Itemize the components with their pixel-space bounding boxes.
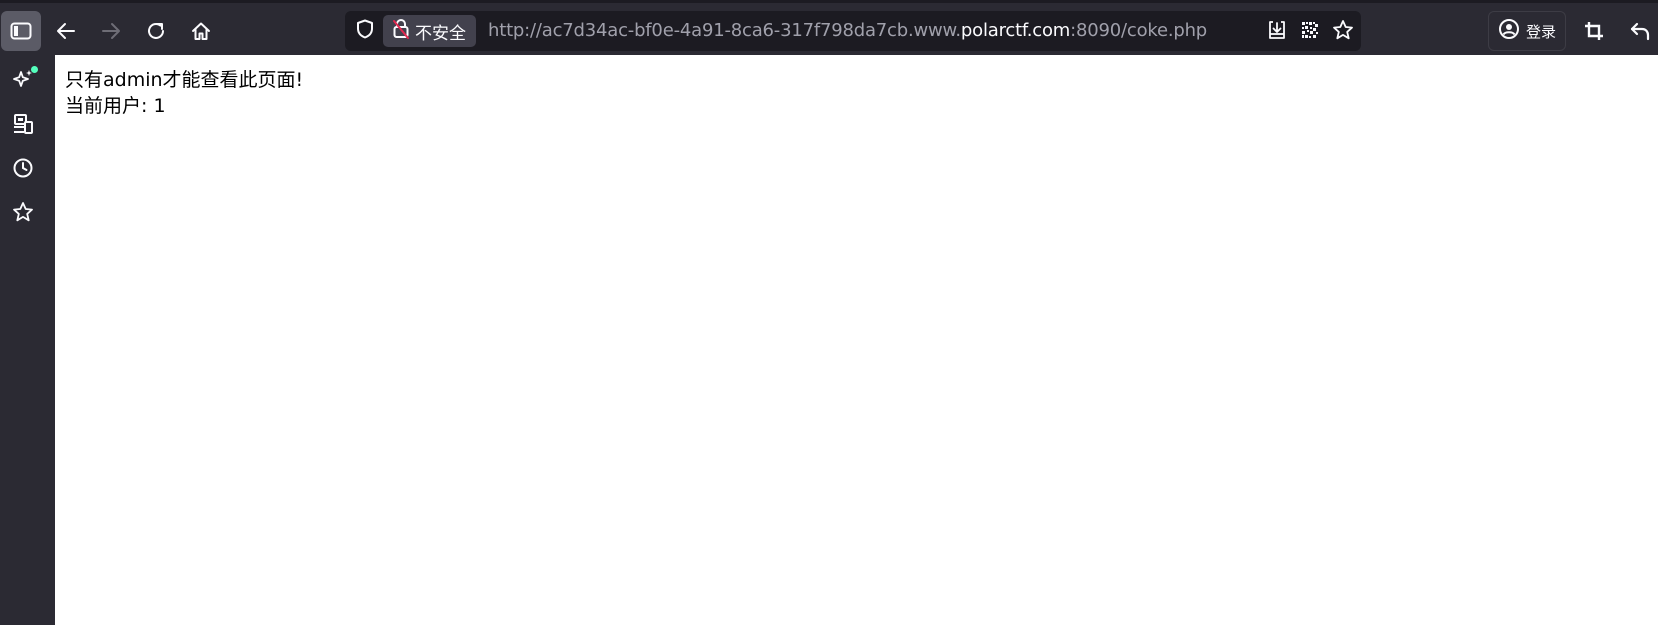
home-icon xyxy=(191,21,211,41)
page-content: 只有admin才能查看此页面! 当前用户: 1 xyxy=(55,55,1658,625)
undo-icon xyxy=(1629,21,1651,41)
sidebar-icon xyxy=(10,22,32,40)
sidebar-history-button[interactable] xyxy=(9,156,37,184)
arrow-left-icon xyxy=(56,22,76,40)
url-text[interactable]: http://ac7d34ac-bf0e-4a91-8ca6-317f798da… xyxy=(488,20,1207,41)
address-bar[interactable]: 不安全 http://ac7d34ac-bf0e-4a91-8ca6-317f7… xyxy=(345,11,1361,51)
account-icon xyxy=(1498,18,1520,44)
security-label: 不安全 xyxy=(415,23,466,44)
star-icon xyxy=(1332,19,1354,45)
browser-toolbar: 不安全 http://ac7d34ac-bf0e-4a91-8ca6-317f7… xyxy=(0,0,1658,55)
sidebar-synced-tabs-button[interactable] xyxy=(9,112,37,140)
sidebar-toggle-button[interactable] xyxy=(1,11,41,51)
admin-only-message: 只有admin才能查看此页面! xyxy=(65,69,304,91)
login-label: 登录 xyxy=(1525,22,1556,41)
bookmarks-star-icon xyxy=(12,201,34,227)
account-login-button[interactable]: 登录 xyxy=(1488,11,1566,51)
qr-code-button[interactable] xyxy=(1297,19,1323,45)
undo-button[interactable] xyxy=(1620,11,1658,51)
browser-sidebar xyxy=(0,55,55,625)
history-clock-icon xyxy=(12,157,34,183)
synced-devices-icon xyxy=(12,113,34,139)
tracking-protection-button[interactable] xyxy=(353,19,377,43)
sidebar-ai-button[interactable] xyxy=(9,66,38,95)
current-user-text: 当前用户: 1 xyxy=(65,95,166,117)
url-suffix: :8090/coke.php xyxy=(1070,20,1208,41)
url-prefix: http://ac7d34ac-bf0e-4a91-8ca6-317f798da… xyxy=(488,20,961,41)
forward-button[interactable] xyxy=(91,11,131,51)
home-button[interactable] xyxy=(181,11,221,51)
back-button[interactable] xyxy=(46,11,86,51)
qr-code-icon xyxy=(1301,21,1319,43)
screenshot-crop-button[interactable] xyxy=(1574,11,1614,51)
save-page-button[interactable] xyxy=(1264,19,1290,45)
reload-button[interactable] xyxy=(136,11,176,51)
crop-icon xyxy=(1584,21,1604,41)
notification-dot xyxy=(31,66,38,73)
reload-icon xyxy=(146,21,166,41)
connection-insecure-chip[interactable]: 不安全 xyxy=(383,15,476,47)
insecure-lock-icon xyxy=(391,18,411,44)
download-icon xyxy=(1267,20,1287,44)
bookmark-page-button[interactable] xyxy=(1330,19,1356,45)
url-domain: polarctf.com xyxy=(960,20,1071,41)
arrow-right-icon xyxy=(101,22,121,40)
shield-icon xyxy=(356,19,374,43)
sidebar-bookmarks-button[interactable] xyxy=(9,200,37,228)
